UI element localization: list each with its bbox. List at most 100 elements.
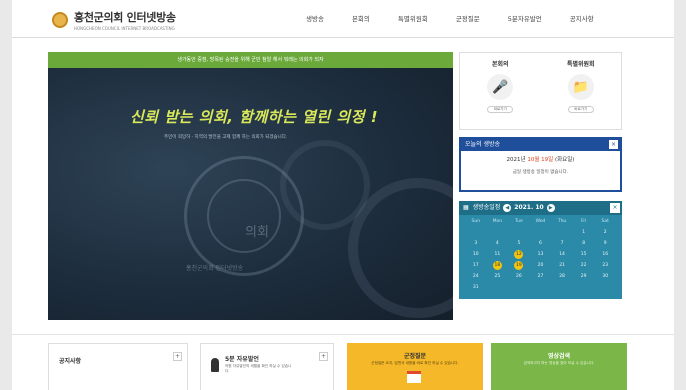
calendar-day-empty bbox=[551, 228, 573, 237]
document-icon bbox=[407, 371, 421, 383]
quick-link-button[interactable]: 바로가기 bbox=[567, 106, 594, 113]
site-logo[interactable]: 홍천군의회 인터넷방송 HONGCHEON COUNCIL INTERNET B… bbox=[52, 9, 176, 31]
microphone-icon bbox=[211, 358, 219, 372]
today-live-message: 금일 생방송 일정이 없습니다. bbox=[512, 170, 569, 175]
hero-slogan: 신뢰 받는 의회, 함께하는 열린 의정 ! bbox=[130, 108, 379, 126]
calendar-day[interactable]: 15 bbox=[573, 250, 595, 259]
calendar-day[interactable]: 18 bbox=[492, 261, 502, 270]
calendar-day[interactable]: 29 bbox=[573, 272, 595, 281]
calendar-day[interactable]: 8 bbox=[573, 239, 595, 248]
nav-item-speech[interactable]: 5분자유발언 bbox=[508, 13, 542, 23]
calendar-weekday: Wed bbox=[535, 219, 546, 224]
nav-item-notice[interactable]: 공지사항 bbox=[570, 13, 594, 23]
prev-month-icon[interactable]: ◀ bbox=[503, 204, 512, 212]
speech-title: 5분 자유발언 bbox=[225, 356, 259, 363]
calendar-day[interactable]: 12 bbox=[514, 250, 524, 259]
calendar-day-empty bbox=[487, 283, 509, 292]
calendar-day-empty bbox=[508, 228, 530, 237]
calendar-day[interactable]: 10 bbox=[465, 250, 487, 259]
calendar-day[interactable]: 19 bbox=[514, 261, 524, 270]
calendar-day[interactable]: 27 bbox=[530, 272, 552, 281]
calendar-day[interactable]: 20 bbox=[530, 261, 552, 270]
calendar-day[interactable]: 30 bbox=[594, 272, 616, 281]
speaker-podium-icon: 🎤 bbox=[487, 74, 514, 100]
calendar-day[interactable]: 3 bbox=[465, 239, 487, 248]
calendar-day[interactable]: 4 bbox=[487, 239, 509, 248]
calendar-day[interactable]: 28 bbox=[551, 272, 573, 281]
calendar-day[interactable]: 24 bbox=[465, 272, 487, 281]
calendar-day[interactable]: 9 bbox=[594, 239, 616, 248]
today-date-prefix: 2021년 bbox=[506, 157, 526, 163]
questions-card[interactable]: 군정질문 군정질문 요지, 답변서 내용을 바로 확인 하실 수 있습니다. bbox=[347, 343, 483, 390]
next-month-icon[interactable]: ▶ bbox=[546, 204, 555, 212]
speech-subtitle: 의원 자유발언의 세월을 확인 하실 수 있습니다. bbox=[225, 364, 292, 373]
calendar-day[interactable]: 26 bbox=[508, 272, 530, 281]
calendar-day[interactable]: 25 bbox=[487, 272, 509, 281]
calendar-day[interactable]: 5 bbox=[508, 239, 530, 248]
video-background: 의회 신뢰 받는 의회, 함께하는 열린 의정 ! 주민이 희망하 · 지역의 … bbox=[48, 68, 453, 320]
calendar-day[interactable]: 2 bbox=[594, 228, 616, 237]
calendar-day[interactable]: 6 bbox=[530, 239, 552, 248]
today-live-header: 오늘의 생방송 × bbox=[461, 139, 620, 151]
calendar-day-empty bbox=[465, 228, 487, 237]
quick-link-button[interactable]: 바로가기 bbox=[487, 106, 514, 113]
calendar-year-month: 2021. 10 bbox=[514, 204, 544, 211]
calendar-day[interactable]: 13 bbox=[530, 250, 552, 259]
committee-icon: 📁 bbox=[567, 74, 594, 100]
calendar-day[interactable]: 16 bbox=[594, 250, 616, 259]
today-date-suffix: (화요일) bbox=[554, 157, 575, 163]
calendar-weekday: Thu bbox=[557, 219, 567, 224]
more-plus-icon[interactable]: + bbox=[173, 352, 182, 361]
more-plus-icon[interactable]: + bbox=[319, 352, 328, 361]
quick-link-plenary[interactable]: 본회의 🎤 바로가기 bbox=[460, 53, 541, 129]
calendar-day[interactable]: 1 bbox=[573, 228, 595, 237]
logo-title: 홍천군의회 인터넷방송 bbox=[74, 11, 176, 24]
calendar-day-empty bbox=[487, 228, 509, 237]
quick-link-committee[interactable]: 특별위원회 📁 바로가기 bbox=[541, 53, 622, 129]
calendar-weekday: Tue bbox=[515, 219, 523, 224]
nav-item-plenary[interactable]: 본회의 bbox=[352, 13, 370, 23]
calendar-title: 생방송일정 bbox=[472, 204, 501, 211]
notice-card[interactable]: 공지사항 + bbox=[48, 343, 188, 390]
calendar-grid: Sun Mon Tue Wed Thu Fri Sat 1 2 3 4 5 6 7 8 9 10 11 12 13 14… bbox=[459, 215, 622, 294]
calendar-day-empty bbox=[530, 283, 552, 292]
calendar-day[interactable]: 21 bbox=[551, 261, 573, 270]
bottom-section: 공지사항 + 5분 자유발언 의원 자유발언의 세월을 확인 하실 수 있습니다… bbox=[12, 334, 674, 390]
calendar-day[interactable]: 11 bbox=[487, 250, 509, 259]
video-banner: 생가동안 중점, 방목된 숭전을 위해 군민 참알 해서 뭐래는 의회가 되자 bbox=[48, 52, 453, 68]
video-player[interactable]: 생가동안 중점, 방목된 숭전을 위해 군민 참알 해서 뭐래는 의회가 되자 … bbox=[48, 52, 453, 320]
calendar-weekday: Sun bbox=[471, 219, 481, 224]
calendar-day[interactable]: 14 bbox=[551, 250, 573, 259]
calendar-header: ▦ 생방송일정 ◀ 2021. 10 ▶ × bbox=[459, 201, 622, 215]
nav-item-live[interactable]: 생방송 bbox=[306, 13, 324, 23]
calendar-weekday: Mon bbox=[492, 219, 503, 224]
close-icon[interactable]: × bbox=[610, 203, 620, 213]
main-nav: 생방송 본회의 특별위원회 군정질문 5분자유발언 공지사항 bbox=[306, 13, 622, 23]
seal-text: 의회 bbox=[245, 225, 269, 240]
calendar-day-empty bbox=[594, 283, 616, 292]
calendar-day[interactable]: 31 bbox=[465, 283, 487, 292]
close-icon[interactable]: × bbox=[609, 140, 618, 149]
logo-subtitle: HONGCHEON COUNCIL INTERNET BROADCASTING bbox=[74, 26, 175, 31]
today-live-panel: 오늘의 생방송 × 2021년 10월 19일 (화요일) 금일 생방송 일정이… bbox=[459, 137, 622, 192]
today-date: 2021년 10월 19일 (화요일) bbox=[461, 155, 620, 163]
calendar-day[interactable]: 17 bbox=[465, 261, 487, 270]
nav-item-special-committee[interactable]: 특별위원회 bbox=[398, 13, 428, 23]
logo-text: 홍천군의회 인터넷방송 HONGCHEON COUNCIL INTERNET B… bbox=[74, 9, 176, 31]
today-live-title: 오늘의 생방송 bbox=[465, 141, 501, 148]
nav-item-questions[interactable]: 군정질문 bbox=[456, 13, 480, 23]
notice-title: 공지사항 bbox=[59, 358, 82, 365]
calendar-day[interactable]: 22 bbox=[573, 261, 595, 270]
calendar-day[interactable]: 7 bbox=[551, 239, 573, 248]
quick-link-label: 특별위원회 bbox=[566, 61, 595, 68]
video-search-title: 영상검색 bbox=[547, 353, 571, 360]
today-date-highlight: 10월 19일 bbox=[527, 157, 554, 163]
calendar-day[interactable]: 23 bbox=[594, 261, 616, 270]
site-header: 홍천군의회 인터넷방송 HONGCHEON COUNCIL INTERNET B… bbox=[12, 0, 674, 38]
video-search-subtitle: 검색하고자 하는 영상을 찾아 보실 수 있습니다. bbox=[523, 361, 595, 365]
video-search-card[interactable]: 영상검색 검색하고자 하는 영상을 찾아 보실 수 있습니다. bbox=[491, 343, 627, 390]
quick-links: 본회의 🎤 바로가기 특별위원회 📁 바로가기 bbox=[459, 52, 622, 130]
schedule-calendar: ▦ 생방송일정 ◀ 2021. 10 ▶ × Sun Mon Tue Wed Thu Fr… bbox=[459, 201, 622, 299]
hero-slogan-sub: 주민이 희망하 · 지역의 발전을 고제 함께 하는 의회가 되겠습니다. bbox=[164, 135, 288, 140]
speech-card[interactable]: 5분 자유발언 의원 자유발언의 세월을 확인 하실 수 있습니다. + bbox=[200, 343, 334, 390]
